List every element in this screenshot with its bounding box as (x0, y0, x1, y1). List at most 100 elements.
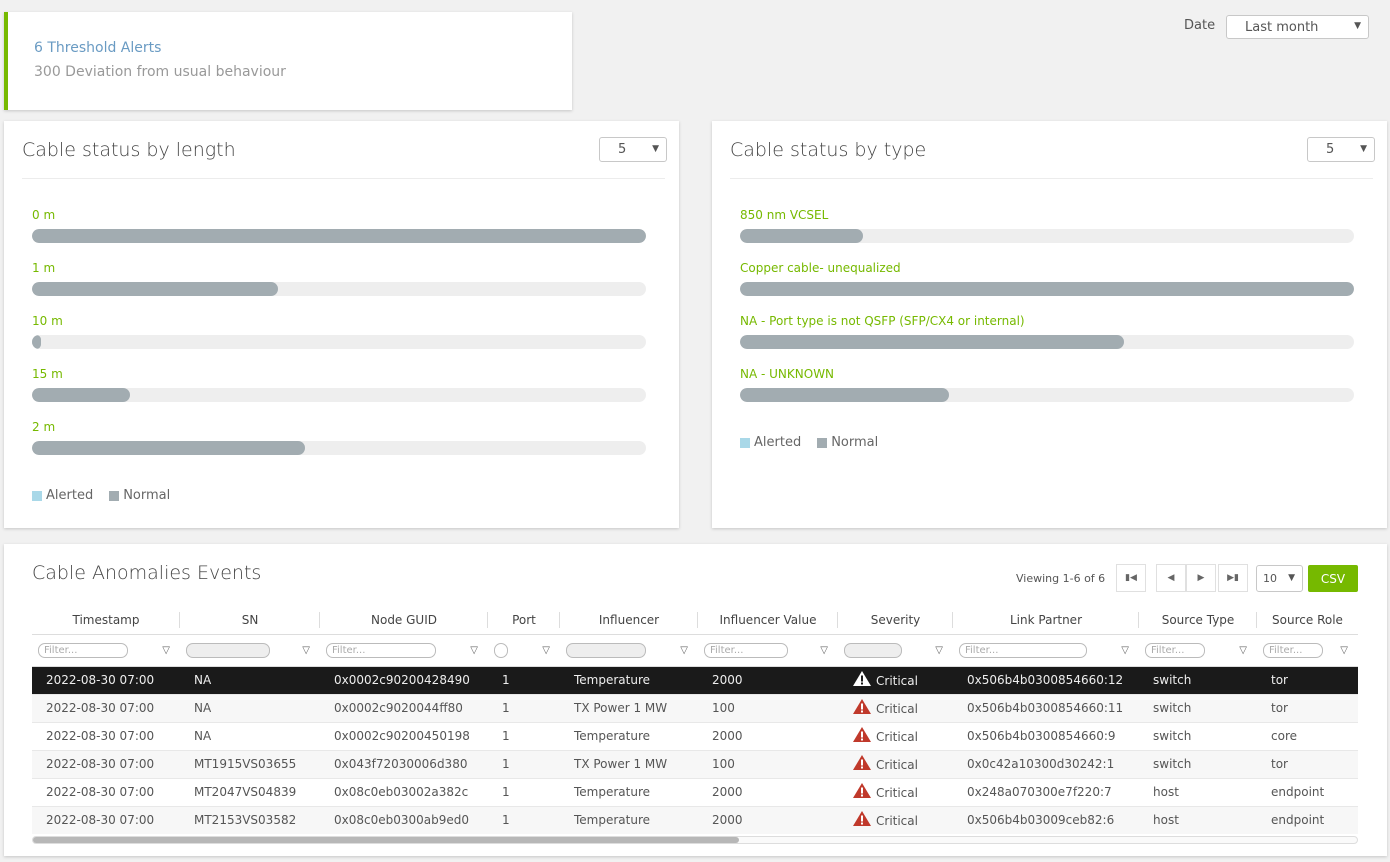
filter-input[interactable] (844, 642, 902, 658)
bar-track[interactable] (32, 229, 646, 243)
column-header[interactable]: Node GUID (320, 606, 488, 634)
legend-item-normal[interactable]: Normal (109, 488, 170, 503)
column-header[interactable]: Influencer Value (698, 606, 838, 634)
bar-track[interactable] (32, 335, 646, 349)
top-n-select[interactable]: 5 ▼ (599, 137, 667, 162)
length-bar-list: 0 m 1 m 10 m 15 m 2 m (32, 207, 646, 472)
bar-track[interactable] (32, 282, 646, 296)
column-header[interactable]: SN (180, 606, 320, 634)
prev-page-button[interactable]: ◀ (1156, 564, 1186, 592)
legend-item-normal[interactable]: Normal (817, 435, 878, 450)
table-cell: 2000 (698, 806, 838, 834)
filter-funnel-icon[interactable]: ▽ (1340, 645, 1348, 656)
normal-swatch (817, 437, 828, 448)
table-row[interactable]: 2022-08-30 07:00 NA 0x0002c90200428490 1 Tem… (32, 666, 1358, 695)
table-cell: TX Power 1 MW (560, 694, 698, 723)
chevron-down-icon: ▼ (652, 143, 659, 154)
table-row[interactable]: 2022-08-30 07:00 NA 0x0002c9020044ff80 1 TX … (32, 694, 1358, 723)
bar-track[interactable] (740, 229, 1354, 243)
filter-funnel-icon[interactable]: ▽ (935, 645, 943, 656)
page-size-select[interactable]: 10 ▼ (1256, 565, 1303, 592)
type-bar-list: 850 nm VCSEL Copper cable- unequalized NA … (740, 207, 1354, 419)
table-cell: host (1139, 806, 1257, 834)
filter-funnel-icon[interactable]: ▽ (302, 645, 310, 656)
column-header[interactable]: Link Partner (953, 606, 1139, 634)
warning-icon (852, 782, 872, 802)
column-header-label: Node GUID (371, 612, 437, 627)
filter-input[interactable]: Filter... (326, 642, 436, 658)
table-cell: 1 (488, 806, 560, 834)
filter-funnel-icon[interactable]: ▽ (1121, 645, 1129, 656)
table-row[interactable]: 2022-08-30 07:00 MT2153VS03582 0x08c0eb030… (32, 806, 1358, 834)
table-cell: 2022-08-30 07:00 (32, 722, 180, 751)
top-n-value: 5 (618, 142, 627, 157)
table-row[interactable]: 2022-08-30 07:00 MT2047VS04839 0x08c0eb030… (32, 778, 1358, 807)
table-body: 2022-08-30 07:00 NA 0x0002c90200428490 1 Tem… (32, 666, 1358, 834)
bar-normal-fill (740, 229, 863, 243)
chevron-down-icon: ▼ (1288, 572, 1295, 583)
bar-track[interactable] (740, 388, 1354, 402)
filter-input[interactable]: Filter... (959, 642, 1087, 658)
bar-row: 850 nm VCSEL (740, 207, 1354, 260)
legend-label: Alerted (46, 488, 94, 503)
bar-track[interactable] (32, 441, 646, 455)
table-cell: TX Power 1 MW (560, 750, 698, 779)
card-title: Cable status by type (730, 139, 927, 161)
next-page-button[interactable]: ▶ (1186, 564, 1216, 592)
column-filter-cell: Filter... ▽ (1139, 633, 1257, 667)
column-header[interactable]: Source Role (1257, 606, 1358, 634)
filter-funnel-icon[interactable]: ▽ (542, 645, 550, 656)
column-header[interactable]: Timestamp (32, 606, 180, 634)
filter-funnel-icon[interactable]: ▽ (820, 645, 828, 656)
bar-track[interactable] (740, 282, 1354, 296)
warning-icon (852, 698, 872, 718)
table-cell: 0x506b4b0300854660:11 (953, 694, 1139, 723)
bar-label: Copper cable- unequalized (740, 261, 901, 275)
threshold-alerts-link[interactable]: 6 Threshold Alerts (34, 40, 161, 56)
filter-input[interactable]: Filter... (704, 642, 788, 658)
table-cell: core (1257, 722, 1358, 751)
column-header[interactable]: Severity (838, 606, 953, 634)
filter-input[interactable] (186, 642, 270, 658)
scrollbar-thumb[interactable] (33, 837, 739, 843)
chart-legend: Alerted Normal (32, 488, 170, 503)
top-n-select[interactable]: 5 ▼ (1307, 137, 1375, 162)
column-header[interactable]: Source Type (1139, 606, 1257, 634)
table-cell: switch (1139, 722, 1257, 751)
legend-label: Normal (831, 435, 879, 450)
filter-input[interactable] (566, 642, 646, 658)
table-cell: 2022-08-30 07:00 (32, 778, 180, 807)
deviation-alerts-text: 300 Deviation from usual behaviour (34, 64, 286, 80)
bar-label: 2 m (32, 420, 56, 434)
table-row[interactable]: 2022-08-30 07:00 MT1915VS03655 0x043f72030… (32, 750, 1358, 779)
filter-input[interactable]: Filter... (1145, 642, 1205, 658)
table-cell: switch (1139, 750, 1257, 779)
filter-funnel-icon[interactable]: ▽ (162, 645, 170, 656)
legend-item-alerted[interactable]: Alerted (740, 435, 801, 450)
warning-icon (852, 754, 872, 774)
filter-input[interactable]: Filter... (1263, 642, 1323, 658)
csv-export-button[interactable]: CSV (1308, 565, 1358, 592)
bar-track[interactable] (740, 335, 1354, 349)
filter-funnel-icon[interactable]: ▽ (470, 645, 478, 656)
first-page-button[interactable]: ▮◀ (1116, 564, 1146, 592)
table-cell: tor (1257, 750, 1358, 779)
chart-legend: Alerted Normal (740, 435, 878, 450)
horizontal-scrollbar[interactable] (32, 836, 1358, 844)
bar-track[interactable] (32, 388, 646, 402)
column-filter-cell: Filter... ▽ (698, 633, 838, 667)
filter-funnel-icon[interactable]: ▽ (1239, 645, 1247, 656)
filter-input[interactable]: Filter... (38, 642, 128, 658)
table-cell: Critical (838, 806, 953, 834)
table-row[interactable]: 2022-08-30 07:00 NA 0x0002c90200450198 1 Tem… (32, 722, 1358, 751)
bar-normal-fill (32, 441, 306, 455)
date-range-select[interactable]: Last month ▼ (1226, 15, 1369, 39)
filter-input[interactable] (494, 642, 508, 658)
warning-icon (852, 726, 872, 746)
last-page-button[interactable]: ▶▮ (1218, 564, 1248, 592)
legend-item-alerted[interactable]: Alerted (32, 488, 93, 503)
column-header[interactable]: Influencer (560, 606, 698, 634)
warning-icon (852, 670, 872, 690)
filter-funnel-icon[interactable]: ▽ (680, 645, 688, 656)
column-header[interactable]: Port (488, 606, 560, 634)
